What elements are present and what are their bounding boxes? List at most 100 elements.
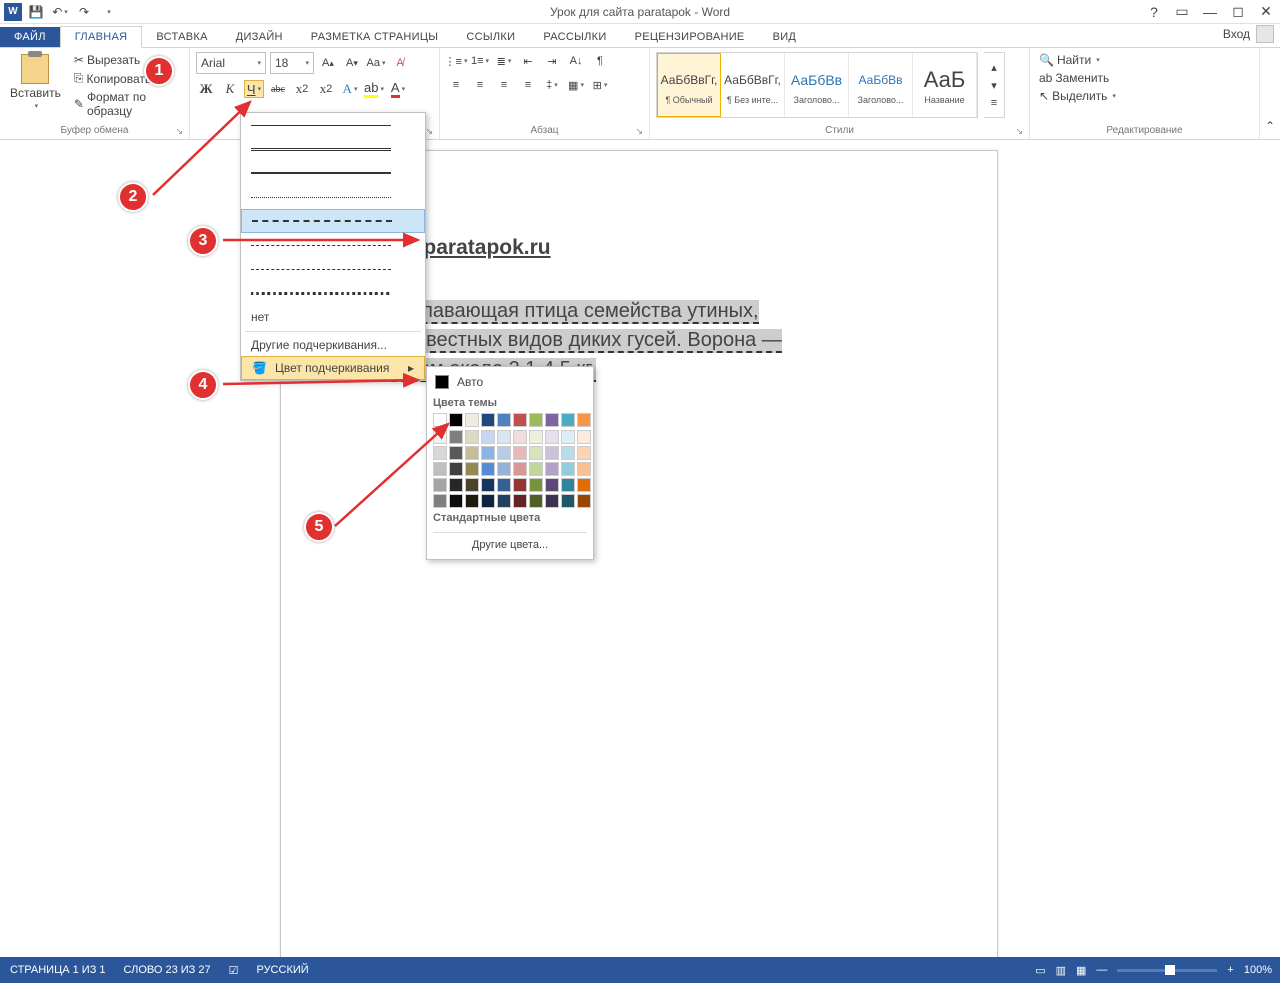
theme-shade-swatch[interactable]	[529, 494, 543, 508]
theme-shade-swatch[interactable]	[481, 478, 495, 492]
theme-shade-swatch[interactable]	[433, 430, 447, 444]
tab-references[interactable]: ССЫЛКИ	[452, 27, 529, 47]
tab-layout[interactable]: РАЗМЕТКА СТРАНИЦЫ	[297, 27, 453, 47]
theme-shade-swatch[interactable]	[433, 478, 447, 492]
theme-color-swatch[interactable]	[481, 413, 495, 427]
theme-shade-swatch[interactable]	[481, 446, 495, 460]
theme-shade-swatch[interactable]	[545, 494, 559, 508]
shading-button[interactable]: ▦▾	[566, 76, 586, 94]
redo-icon[interactable]: ↷	[74, 2, 94, 22]
style-no-spacing[interactable]: АаБбВвГг,¶ Без инте...	[721, 53, 785, 117]
theme-shade-swatch[interactable]	[529, 478, 543, 492]
theme-shade-swatch[interactable]	[433, 462, 447, 476]
shrink-font-button[interactable]: A▾	[342, 54, 362, 72]
styles-launcher-icon[interactable]: ↘	[1015, 126, 1023, 137]
qat-customize-icon[interactable]: ▾	[98, 2, 118, 22]
show-formatting-button[interactable]: ¶	[590, 52, 610, 70]
highlight-color-button[interactable]: ab▾	[364, 80, 384, 98]
theme-color-swatch[interactable]	[433, 413, 447, 427]
theme-shade-swatch[interactable]	[561, 430, 575, 444]
increase-indent-button[interactable]: ⇥	[542, 52, 562, 70]
zoom-slider[interactable]	[1117, 969, 1217, 972]
theme-shade-swatch[interactable]	[529, 430, 543, 444]
theme-shade-swatch[interactable]	[561, 478, 575, 492]
theme-shade-swatch[interactable]	[465, 446, 479, 460]
theme-shade-swatch[interactable]	[497, 494, 511, 508]
theme-color-swatch[interactable]	[465, 413, 479, 427]
close-icon[interactable]: ✕	[1256, 2, 1276, 22]
proofing-icon[interactable]: ☑	[229, 964, 239, 977]
underline-wave[interactable]	[241, 281, 425, 305]
more-colors[interactable]: Другие цвета...	[433, 535, 587, 555]
font-size-combo[interactable]: 18▾	[270, 52, 314, 74]
theme-shade-swatch[interactable]	[561, 446, 575, 460]
underline-dotted[interactable]	[241, 185, 425, 209]
tab-design[interactable]: ДИЗАЙН	[222, 27, 297, 47]
print-layout-icon[interactable]: ▥	[1056, 964, 1066, 977]
underline-color-submenu[interactable]: 🪣 Цвет подчеркивания ▸	[241, 356, 425, 380]
theme-shade-swatch[interactable]	[465, 430, 479, 444]
decrease-indent-button[interactable]: ⇤	[518, 52, 538, 70]
theme-shade-swatch[interactable]	[449, 494, 463, 508]
replace-button[interactable]: abЗаменить	[1036, 70, 1253, 86]
zoom-out-button[interactable]: —	[1096, 964, 1107, 976]
theme-color-swatch[interactable]	[561, 413, 575, 427]
change-case-button[interactable]: Aa▾	[366, 54, 386, 72]
font-launcher-icon[interactable]: ↘	[425, 126, 433, 137]
style-title[interactable]: АаБНазвание	[913, 53, 977, 117]
tab-file[interactable]: ФАЙЛ	[0, 27, 60, 47]
underline-dash-dot[interactable]	[241, 233, 425, 257]
theme-shade-swatch[interactable]	[577, 494, 591, 508]
theme-shade-swatch[interactable]	[433, 446, 447, 460]
underline-thick[interactable]	[241, 161, 425, 185]
theme-shade-swatch[interactable]	[433, 494, 447, 508]
web-layout-icon[interactable]: ▦	[1076, 964, 1086, 977]
theme-color-swatch[interactable]	[449, 413, 463, 427]
theme-shade-swatch[interactable]	[545, 478, 559, 492]
format-painter-button[interactable]: ✎Формат по образцу	[71, 89, 183, 119]
clear-formatting-button[interactable]: A̸	[390, 54, 410, 72]
paragraph-launcher-icon[interactable]: ↘	[635, 126, 643, 137]
zoom-in-button[interactable]: +	[1227, 964, 1233, 976]
auto-color[interactable]: Авто	[433, 371, 587, 393]
theme-shade-swatch[interactable]	[449, 478, 463, 492]
theme-shade-swatch[interactable]	[529, 462, 543, 476]
theme-shade-swatch[interactable]	[513, 494, 527, 508]
theme-color-swatch[interactable]	[513, 413, 527, 427]
tab-view[interactable]: ВИД	[759, 27, 811, 47]
theme-shade-swatch[interactable]	[497, 462, 511, 476]
ribbon-options-icon[interactable]: ▭	[1172, 2, 1192, 22]
style-normal[interactable]: АаБбВвГг,¶ Обычный	[657, 53, 721, 117]
style-heading2[interactable]: АаБбВвЗаголово...	[849, 53, 913, 117]
align-left-button[interactable]: ≡	[446, 76, 466, 94]
theme-color-swatch[interactable]	[497, 413, 511, 427]
theme-shade-swatch[interactable]	[449, 462, 463, 476]
text-effects-button[interactable]: A▾	[340, 80, 360, 98]
line-spacing-button[interactable]: ‡▾	[542, 76, 562, 94]
underline-button[interactable]: Ч▾	[244, 80, 264, 98]
tab-review[interactable]: РЕЦЕНЗИРОВАНИЕ	[621, 27, 759, 47]
theme-color-swatch[interactable]	[577, 413, 591, 427]
language-status[interactable]: РУССКИЙ	[256, 964, 308, 976]
strikethrough-button[interactable]: abc	[268, 80, 288, 98]
styles-expand-icon[interactable]: ≡	[984, 94, 1004, 112]
page-status[interactable]: СТРАНИЦА 1 ИЗ 1	[10, 964, 106, 976]
styles-scroll-up-icon[interactable]: ▴	[984, 58, 1004, 76]
styles-scroll-down-icon[interactable]: ▾	[984, 76, 1004, 94]
styles-gallery[interactable]: АаБбВвГг,¶ Обычный АаБбВвГг,¶ Без инте..…	[656, 52, 978, 118]
bold-button[interactable]: Ж	[196, 80, 216, 98]
underline-dash-dot-dot[interactable]	[241, 257, 425, 281]
user-avatar-icon[interactable]	[1256, 25, 1274, 43]
theme-shade-swatch[interactable]	[513, 430, 527, 444]
subscript-button[interactable]: x2	[292, 80, 312, 98]
italic-button[interactable]: К	[220, 80, 240, 98]
underline-single[interactable]	[241, 113, 425, 137]
zoom-level[interactable]: 100%	[1244, 964, 1272, 976]
theme-shade-swatch[interactable]	[561, 494, 575, 508]
grow-font-button[interactable]: A▴	[318, 54, 338, 72]
theme-shade-swatch[interactable]	[513, 478, 527, 492]
paste-button[interactable]: Вставить ▾	[6, 52, 65, 112]
theme-shade-swatch[interactable]	[545, 446, 559, 460]
tab-insert[interactable]: ВСТАВКА	[142, 27, 221, 47]
clipboard-launcher-icon[interactable]: ↘	[175, 126, 183, 137]
